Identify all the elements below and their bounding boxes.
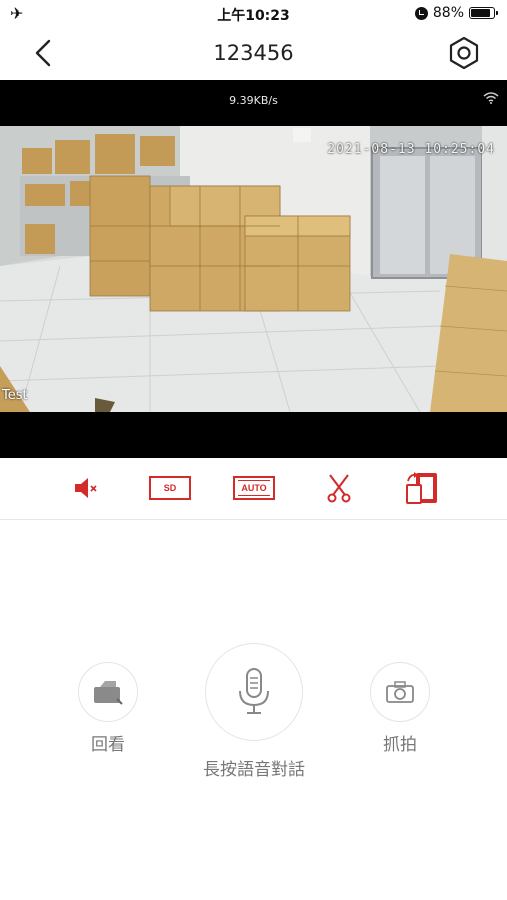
camera-icon [386,681,414,703]
auto-mode-button[interactable]: AUTO [232,470,276,506]
microphone-icon [239,668,269,714]
camera-label: Test [2,388,28,403]
snapshot-label: 抓拍 [383,735,417,755]
playback-label: 回看 [91,735,125,755]
battery-percent: 88% [432,5,464,21]
mute-button[interactable] [70,470,102,506]
playback-video-icon [94,681,123,705]
video-player[interactable]: 9.39KB/s 2021-08-13 10:25:04 Test [0,80,507,458]
rotate-screen-icon [406,472,437,504]
sd-label: SD [149,476,191,500]
page-title: 123456 [213,41,294,65]
rotate-screen-button[interactable] [402,470,442,506]
scissors-icon [327,474,351,503]
control-toolbar: SD AUTO [0,458,507,520]
settings-button[interactable] [447,36,481,70]
talk-circle [205,643,303,741]
nav-bar: 123456 [0,28,507,78]
talk-button[interactable] [205,643,303,741]
status-bar: ✈ 上午10:23 88% [0,0,507,28]
snapshot-circle [370,662,430,722]
bitrate-text: 9.39KB/s [229,94,278,107]
quality-sd-button[interactable]: SD [148,470,192,506]
snapshot-button[interactable] [370,662,430,722]
auto-label: AUTO [233,476,275,500]
speaker-muted-icon [75,478,97,498]
status-right: 88% [414,5,498,21]
gear-icon [449,36,479,70]
video-timestamp: 2021-08-13 10:25:04 [327,142,495,157]
playback-circle [78,662,138,722]
camera-feed-image [0,126,507,412]
talk-label: 長按語音對話 [203,760,305,780]
wifi-icon [483,92,499,104]
alarm-icon [414,6,428,20]
playback-button[interactable] [78,662,138,722]
battery-icon [469,7,498,19]
scissors-button[interactable] [322,470,356,506]
